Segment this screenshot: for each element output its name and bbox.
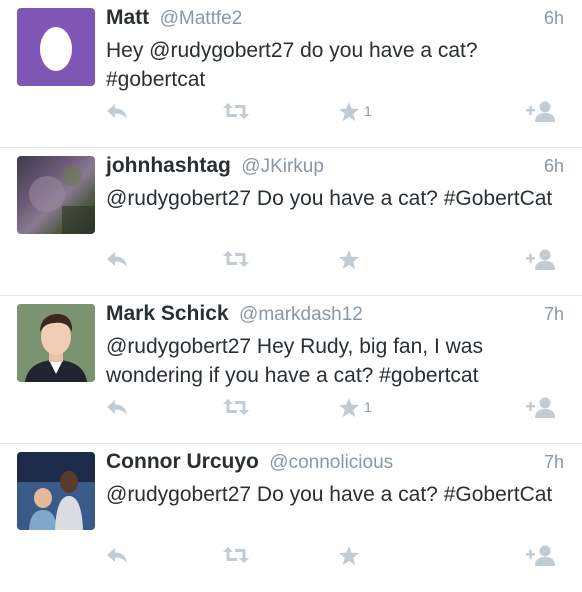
favorite-icon: [339, 249, 359, 269]
retweet-button[interactable]: [222, 246, 250, 272]
avatar[interactable]: [17, 8, 95, 86]
follow-button[interactable]: [526, 542, 556, 568]
timestamp[interactable]: 7h: [544, 452, 564, 473]
egg-icon: [40, 27, 72, 71]
reply-icon: [107, 400, 127, 415]
display-name[interactable]: Matt: [106, 6, 149, 29]
reply-icon: [107, 548, 127, 563]
tweet-text: Hey @rudygobert27 do you have a cat? #go…: [106, 39, 478, 91]
tweet-actions: [106, 542, 566, 570]
retweet-icon: [223, 103, 249, 119]
follow-button[interactable]: [526, 246, 556, 272]
tweet[interactable]: johnhashtag @JKirkup 6h @rudygobert27 Do…: [0, 148, 582, 296]
tweet-text: @rudygobert27 Do you have a cat? #Gobert…: [106, 187, 553, 210]
retweet-button[interactable]: [222, 542, 250, 568]
follow-icon: [526, 397, 555, 418]
avatar[interactable]: [17, 452, 95, 530]
tweet-actions: [106, 246, 566, 274]
reply-button[interactable]: [106, 246, 128, 272]
avatar[interactable]: [17, 304, 95, 382]
retweet-icon: [223, 547, 249, 563]
reply-button[interactable]: [106, 542, 128, 568]
reply-icon: [107, 104, 127, 119]
favorite-button[interactable]: 1: [338, 98, 372, 124]
tweet-actions: 1: [106, 394, 566, 422]
photo-image: [17, 452, 95, 530]
retweet-icon: [223, 399, 249, 415]
follow-icon: [526, 101, 555, 122]
follow-icon: [526, 249, 555, 270]
photo-image: [17, 304, 95, 382]
favorite-count: 1: [364, 399, 372, 415]
avatar[interactable]: [17, 156, 95, 234]
reply-button[interactable]: [106, 394, 128, 420]
favorite-icon: [339, 545, 359, 565]
tweet-actions: 1: [106, 98, 566, 126]
user-handle[interactable]: @Mattfe2: [160, 8, 243, 29]
display-name[interactable]: johnhashtag: [106, 154, 231, 177]
follow-button[interactable]: [526, 98, 556, 124]
tweet[interactable]: Mark Schick @markdash12 7h @rudygobert27…: [0, 296, 582, 444]
follow-icon: [526, 545, 555, 566]
display-name[interactable]: Connor Urcuyo: [106, 450, 259, 473]
tweet-text: @rudygobert27 Do you have a cat? #Gobert…: [106, 483, 553, 506]
favorite-button[interactable]: [338, 246, 364, 272]
follow-button[interactable]: [526, 394, 556, 420]
user-handle[interactable]: @markdash12: [239, 304, 363, 325]
retweet-button[interactable]: [222, 394, 250, 420]
reply-button[interactable]: [106, 98, 128, 124]
timestamp[interactable]: 6h: [544, 8, 564, 29]
reply-icon: [107, 252, 127, 267]
favorite-count: 1: [364, 103, 372, 119]
favorite-icon: [339, 101, 359, 121]
user-handle[interactable]: @JKirkup: [241, 156, 324, 177]
display-name[interactable]: Mark Schick: [106, 302, 229, 325]
tweet[interactable]: Matt @Mattfe2 6h Hey @rudygobert27 do yo…: [0, 0, 582, 148]
retweet-icon: [223, 251, 249, 267]
favorite-button[interactable]: [338, 542, 364, 568]
favorite-button[interactable]: 1: [338, 394, 372, 420]
tweet[interactable]: Connor Urcuyo @connolicious 7h @rudygobe…: [0, 444, 582, 592]
timestamp[interactable]: 6h: [544, 156, 564, 177]
tweet-text: @rudygobert27 Hey Rudy, big fan, I was w…: [106, 335, 483, 387]
retweet-button[interactable]: [222, 98, 250, 124]
timestamp[interactable]: 7h: [544, 304, 564, 325]
favorite-icon: [339, 397, 359, 417]
user-handle[interactable]: @connolicious: [269, 452, 393, 473]
photo-image: [29, 166, 95, 234]
